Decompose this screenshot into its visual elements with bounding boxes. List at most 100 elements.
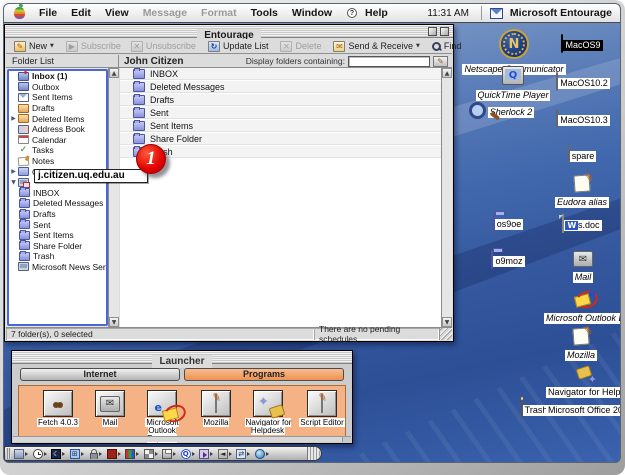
launcher-item-script-editor[interactable]: ✎ Script Editor bbox=[293, 390, 351, 427]
energy-saver-module[interactable]: ☾ bbox=[49, 447, 68, 460]
folder-row-drafts[interactable]: Drafts bbox=[120, 94, 441, 107]
desktop-icon-mozilla[interactable]: ✎ Mozilla bbox=[552, 328, 610, 363]
desktop-icon-macos102[interactable]: MacOS10.2 bbox=[552, 73, 614, 91]
application-menu[interactable]: Microsoft Entourage bbox=[508, 4, 614, 23]
launcher-item-mail[interactable]: ✉ Mail bbox=[81, 390, 139, 427]
monitor-resolution-module[interactable] bbox=[12, 447, 31, 460]
sidebar-item-account-inbox[interactable]: INBOX bbox=[9, 188, 106, 199]
desktop-icon-sherlock[interactable]: Sherlock 2 bbox=[474, 102, 548, 120]
folder-list-scrollbar[interactable]: ▲ ▼ bbox=[108, 68, 119, 327]
folder-row-deleted-messages[interactable]: Deleted Messages bbox=[120, 81, 441, 94]
control-strip-tab-icon[interactable] bbox=[307, 447, 320, 460]
desktop-icon-eudora[interactable]: ✎ Eudora alias bbox=[550, 175, 614, 210]
sidebar-item-inbox[interactable]: Inbox (1) bbox=[9, 71, 106, 82]
scroll-down-arrow-icon[interactable]: ▼ bbox=[442, 317, 452, 327]
quicktime-module[interactable]: Q bbox=[179, 447, 198, 460]
sidebar-item-deleted-items[interactable]: ▶ Deleted Items bbox=[9, 113, 106, 124]
sidebar-item-account-deleted-messages[interactable]: Deleted Messages bbox=[9, 198, 106, 209]
disclosure-triangle-icon[interactable]: ▶ bbox=[9, 115, 18, 122]
menu-edit[interactable]: Edit bbox=[64, 4, 98, 23]
desktop-icon-quicktime[interactable]: Q QuickTime Player bbox=[468, 66, 558, 103]
send-receive-button[interactable]: ✉ Send & Receive ▼ bbox=[328, 40, 424, 53]
file-sharing-module[interactable]: ⊞ bbox=[68, 447, 87, 460]
new-button[interactable]: ✎ New ▼ bbox=[9, 40, 59, 53]
sidebar-item-tasks[interactable]: ✓ Tasks bbox=[9, 145, 106, 156]
sidebar-item-account-sent[interactable]: Sent bbox=[9, 219, 106, 230]
desktop-icon-ms-office[interactable]: Microsoft Office 200 bbox=[546, 400, 621, 418]
control-strip-handle-icon[interactable] bbox=[6, 448, 11, 459]
zoom-box-icon[interactable] bbox=[428, 27, 437, 36]
folder-row-inbox[interactable]: INBOX bbox=[120, 68, 441, 81]
launcher-button[interactable]: ✎ bbox=[201, 390, 231, 417]
tab-programs[interactable]: Programs bbox=[184, 368, 344, 381]
scroll-up-arrow-icon[interactable]: ▲ bbox=[109, 68, 119, 78]
sidebar-item-account-drafts[interactable]: Drafts bbox=[9, 209, 106, 220]
sidebar-item-outbox[interactable]: Outbox bbox=[9, 82, 106, 93]
folder-row-sent[interactable]: Sent bbox=[120, 107, 441, 120]
desktop-icon-incs-doc[interactable]: W incs.doc bbox=[556, 215, 608, 233]
disclosure-triangle-icon[interactable]: ▼ bbox=[9, 179, 18, 186]
desktop-pattern-module[interactable] bbox=[142, 447, 161, 460]
desktop-icon-mail[interactable]: ✉ Mail bbox=[557, 251, 609, 285]
keychain-module[interactable] bbox=[86, 447, 105, 460]
launcher-title-bar[interactable]: Launcher bbox=[12, 351, 352, 364]
filter-input[interactable] bbox=[348, 56, 430, 67]
entourage-title-bar[interactable]: Entourage bbox=[5, 25, 453, 38]
desktop-icon-os9oe[interactable]: os9oe bbox=[482, 214, 534, 232]
folders-list-scrollbar[interactable]: ▲ ▼ bbox=[441, 68, 452, 327]
sidebar-item-drafts[interactable]: Drafts bbox=[9, 103, 106, 114]
sidebar-item-address-book[interactable]: Address Book bbox=[9, 124, 106, 135]
header-edit-button[interactable]: ✎ bbox=[433, 56, 448, 67]
folder-row-share-folder[interactable]: Share Folder bbox=[120, 133, 441, 146]
color-depth-module[interactable] bbox=[123, 447, 142, 460]
menu-tools[interactable]: Tools bbox=[244, 4, 285, 23]
find-button[interactable]: Find bbox=[427, 40, 467, 53]
update-list-button[interactable]: ↻ Update List bbox=[203, 40, 274, 53]
tab-internet[interactable]: Internet bbox=[20, 368, 180, 381]
launcher-button[interactable]: e bbox=[147, 390, 177, 417]
desktop-icon-outlook-express[interactable]: e Microsoft Outlook Express bbox=[544, 290, 621, 326]
disclosure-triangle-icon[interactable]: ▶ bbox=[9, 168, 18, 175]
media-playback-module[interactable] bbox=[197, 447, 216, 460]
printer-selector-module[interactable] bbox=[105, 447, 124, 460]
sidebar-item-sent-items[interactable]: Sent Items bbox=[9, 92, 106, 103]
sidebar-item-account-share-folder[interactable]: Share Folder bbox=[9, 241, 106, 252]
launcher-button[interactable]: ✦ bbox=[253, 390, 283, 417]
collapse-box-icon[interactable] bbox=[440, 27, 449, 36]
desktop-icon-macos9[interactable]: MacOS9 bbox=[554, 35, 610, 53]
apple-talk-module[interactable]: ⇄ bbox=[234, 447, 253, 460]
launcher-button[interactable]: ✎ bbox=[307, 390, 337, 417]
sidebar-item-notes[interactable]: Notes bbox=[9, 156, 106, 167]
sound-volume-module[interactable]: ◄ bbox=[216, 447, 235, 460]
menu-file[interactable]: File bbox=[32, 4, 64, 23]
desktop-icon-macos103[interactable]: MacOS10.3 bbox=[552, 110, 614, 128]
launcher-item-mozilla[interactable]: ✎ Mozilla bbox=[187, 390, 245, 427]
menu-help[interactable]: Help bbox=[358, 4, 395, 23]
launcher-button[interactable]: ✉ bbox=[95, 390, 125, 417]
desktop-icon-spare[interactable]: spare bbox=[556, 146, 608, 164]
folder-row-trash[interactable]: Trash bbox=[120, 146, 441, 159]
clock-module[interactable] bbox=[31, 447, 50, 460]
launcher-button[interactable] bbox=[43, 390, 73, 417]
folder-row-sent-items[interactable]: Sent Items bbox=[120, 120, 441, 133]
menu-clock[interactable]: 11:31 AM bbox=[419, 8, 477, 19]
resize-grip-icon[interactable] bbox=[439, 328, 452, 340]
desktop-icon-o9moz[interactable]: o9moz bbox=[482, 251, 534, 269]
menu-window[interactable]: Window bbox=[285, 4, 339, 23]
help-balloon-icon[interactable]: ? bbox=[347, 8, 357, 18]
launcher-item-navigator-helpdesk[interactable]: ✦ Navigator for Helpdesk bbox=[239, 390, 297, 435]
account-name-edit-field[interactable]: j.citizen.uq.edu.au bbox=[34, 169, 148, 183]
scroll-up-arrow-icon[interactable]: ▲ bbox=[442, 68, 452, 78]
control-strip[interactable]: ☾ ⊞ Q ◄ ⇄ bbox=[4, 446, 322, 461]
menu-view[interactable]: View bbox=[98, 4, 136, 23]
sidebar-item-account-sent-items[interactable]: Sent Items bbox=[9, 230, 106, 241]
printer-module[interactable] bbox=[160, 447, 179, 460]
sidebar-item-calendar[interactable]: Calendar bbox=[9, 135, 106, 146]
launcher-item-fetch[interactable]: Fetch 4.0.3 bbox=[29, 390, 87, 427]
desktop-icon-navigator-helpdesk[interactable]: ✦ Navigator for Helpdesk bbox=[546, 365, 621, 400]
apple-menu-icon[interactable] bbox=[14, 7, 25, 19]
sidebar-item-account-trash[interactable]: Trash bbox=[9, 251, 106, 262]
sidebar-item-news-server[interactable]: Microsoft News Server bbox=[9, 262, 106, 273]
web-browser-module[interactable] bbox=[253, 447, 272, 460]
scroll-down-arrow-icon[interactable]: ▼ bbox=[109, 317, 119, 327]
